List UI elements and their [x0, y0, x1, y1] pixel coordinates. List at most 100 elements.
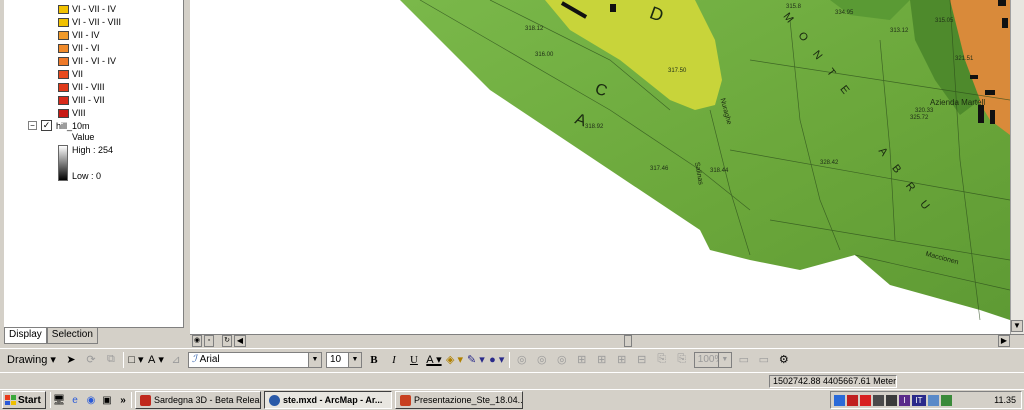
- page-view-icon[interactable]: ▭: [736, 351, 752, 369]
- legend-class-item: VII - IV: [58, 29, 100, 41]
- legend-class-label: VII - VI: [72, 43, 100, 53]
- fill-color-icon[interactable]: ◈ ▾: [446, 351, 463, 369]
- status-bar: 1502742.88 4405667.61 Meters: [0, 372, 1024, 388]
- collapse-icon[interactable]: −: [28, 121, 37, 130]
- elevation-label: 315.05: [935, 18, 954, 24]
- font-size-combo[interactable]: 10 ▼: [325, 351, 362, 368]
- legend-swatch: [58, 82, 69, 92]
- rotate-flip-icon[interactable]: ⊟: [634, 351, 650, 369]
- legend-class-label: VI - VII - VIII: [72, 17, 122, 27]
- map-view[interactable]: DCAM O N T EA B R U Azienda Martell Nuragh…: [190, 0, 1010, 334]
- page-layout-icon[interactable]: ▭: [756, 351, 772, 369]
- legend-list[interactable]: VI - VII - IV VI - VII - VIII VII - IV VII …: [4, 0, 184, 328]
- select-pointer-icon[interactable]: ➤: [63, 351, 79, 369]
- legend-swatch: [58, 43, 69, 53]
- legend-class-item: VIII - VII: [58, 94, 105, 106]
- elevation-label: 316.00: [535, 52, 554, 58]
- scroll-left-arrow-icon[interactable]: ◀: [234, 335, 246, 347]
- start-button[interactable]: Start: [2, 391, 46, 409]
- scroll-thumb[interactable]: [624, 335, 632, 347]
- elevation-label: 334.95: [835, 10, 854, 16]
- chevron-down-icon[interactable]: ▼: [717, 352, 731, 367]
- legend-swatch: [58, 4, 69, 14]
- chevron-down-icon[interactable]: ▼: [347, 352, 361, 367]
- sound-icon[interactable]: [886, 394, 897, 406]
- legend-class-label: VII - IV: [72, 30, 100, 40]
- quicklaunch-app-icon[interactable]: ▣: [99, 392, 115, 408]
- task-arcmap[interactable]: ste.mxd - ArcMap - Ar...: [264, 391, 392, 409]
- font-name-combo[interactable]: ℐ Arial ▼: [187, 351, 322, 368]
- data-view-icon[interactable]: ▫: [204, 335, 214, 347]
- legend-class-item: VII - VI: [58, 42, 100, 54]
- underline-button[interactable]: U: [406, 351, 422, 369]
- tab-selection[interactable]: Selection: [46, 328, 98, 344]
- chevron-down-icon[interactable]: ▼: [307, 352, 321, 367]
- outlook-icon[interactable]: ◉: [83, 392, 99, 408]
- copy-icon[interactable]: ⎘: [654, 351, 670, 369]
- security-icon[interactable]: [941, 394, 952, 406]
- italic-button[interactable]: I: [386, 351, 402, 369]
- monitor-icon[interactable]: [928, 394, 939, 406]
- legend-class-item: VIII: [58, 107, 86, 119]
- language-it-icon[interactable]: IT: [912, 394, 926, 406]
- layout-view-icon[interactable]: ◉: [192, 335, 202, 347]
- elevation-label: 317.50: [668, 68, 687, 74]
- tab-display[interactable]: Display: [4, 328, 47, 344]
- elevation-label: 317.46: [650, 166, 669, 172]
- bold-button[interactable]: B: [366, 351, 382, 369]
- layer-name: hill_10m: [56, 120, 90, 131]
- internet-explorer-icon[interactable]: e: [67, 392, 83, 408]
- red-icon[interactable]: [860, 394, 871, 406]
- drawing-menu[interactable]: Drawing ▾: [4, 351, 59, 369]
- elevation-label: 318.92: [585, 124, 604, 130]
- elevation-label: 315.8: [786, 4, 802, 10]
- elevation-label: 320.33: [915, 108, 934, 114]
- shield-icon[interactable]: [834, 394, 845, 406]
- system-tray: I IT 11.35: [830, 391, 1022, 409]
- rotate-icon[interactable]: ⟳: [83, 351, 99, 369]
- group-icon[interactable]: ◎: [514, 351, 530, 369]
- nudge-icon[interactable]: ⊞: [574, 351, 590, 369]
- align-icon[interactable]: ⊞: [594, 351, 610, 369]
- task-sardegna-3d[interactable]: Sardegna 3D - Beta Release: [135, 391, 261, 409]
- network-icon[interactable]: [873, 394, 884, 406]
- elevation-label: 328.42: [820, 160, 839, 166]
- task-presentazione[interactable]: Presentazione_Ste_18.04...: [395, 391, 523, 409]
- legend-class-item: VII: [58, 68, 83, 80]
- ungroup-icon[interactable]: ◎: [534, 351, 550, 369]
- paste-icon[interactable]: ⎘: [674, 351, 690, 369]
- legend-swatch: [58, 56, 69, 66]
- rectangle-tool-icon[interactable]: □ ▾: [128, 351, 144, 369]
- drawing-toolbar: Drawing ▾ ➤ ⟳ ⧉ □ ▾ A ▾ ⊿ ℐ Arial ▼ 10 ▼…: [0, 348, 1024, 370]
- scroll-right-arrow-icon[interactable]: ▶: [998, 335, 1010, 347]
- zoom-whole-page-icon[interactable]: ⧉: [103, 351, 119, 369]
- toolbar-options-icon[interactable]: ⚙: [776, 351, 792, 369]
- quicklaunch-more-button[interactable]: »: [115, 392, 131, 408]
- map-notch: [585, 260, 597, 270]
- layer-hill-10m[interactable]: − ✓ hill_10m: [28, 120, 90, 131]
- legend-class-item: VI - VII - IV: [58, 3, 116, 15]
- elevation-label: 321.51: [955, 56, 974, 62]
- line-color-icon[interactable]: ✎ ▾: [467, 351, 485, 369]
- order-icon[interactable]: ◎: [554, 351, 570, 369]
- windows-logo-icon: [5, 395, 16, 405]
- scroll-down-arrow-icon[interactable]: ▼: [1011, 320, 1023, 332]
- marker-color-icon[interactable]: ● ▾: [489, 351, 505, 369]
- zoom-percent-combo[interactable]: 100% ▼: [693, 351, 732, 368]
- legend-class-label: VI - VII - IV: [72, 4, 117, 14]
- grayscale-ramp: [58, 145, 68, 181]
- edit-vertices-icon[interactable]: ⊿: [168, 351, 184, 369]
- legend-class-item: VI - VII - VIII: [58, 16, 121, 28]
- vertical-scrollbar[interactable]: ▼: [1010, 0, 1024, 334]
- distribute-icon[interactable]: ⊞: [614, 351, 630, 369]
- language-i-icon[interactable]: I: [899, 394, 910, 406]
- legend-swatch: [58, 69, 69, 79]
- refresh-icon[interactable]: ↻: [222, 335, 232, 347]
- antivirus-icon[interactable]: [847, 394, 858, 406]
- font-color-button[interactable]: A ▾: [426, 351, 442, 369]
- legend-swatch: [58, 95, 69, 105]
- horizontal-scrollbar[interactable]: ◉ ▫ ↻ ◀ ▶: [190, 334, 1024, 347]
- desktop-icon[interactable]: 🖥: [51, 392, 67, 408]
- layer-visibility-checkbox[interactable]: ✓: [41, 120, 52, 131]
- text-tool-icon[interactable]: A ▾: [148, 351, 164, 369]
